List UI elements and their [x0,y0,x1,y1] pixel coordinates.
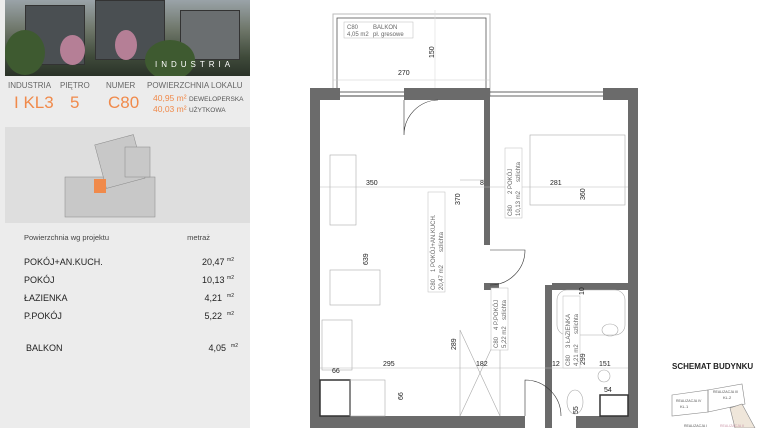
walls [310,88,638,428]
svg-text:4 P.POKÓJ: 4 P.POKÓJ [493,300,500,330]
svg-text:350: 350 [366,180,378,187]
floor-plan: C80 BALKON 4,05 m2 pł. gresowe 270 150 3… [310,10,756,428]
svg-text:281: 281 [550,180,562,187]
svg-text:REALIZACJA II: REALIZACJA II [720,424,744,428]
svg-text:5,22 m2: 5,22 m2 [502,326,508,348]
svg-text:150: 150 [429,46,436,58]
svg-text:3 ŁAZIENKA: 3 ŁAZIENKA [566,314,572,348]
svg-text:66: 66 [332,368,340,375]
svg-text:12: 12 [552,361,560,368]
svg-text:55: 55 [573,406,580,414]
svg-text:C80: C80 [494,336,500,348]
svg-text:10: 10 [579,287,586,295]
svg-text:szlichta: szlichta [439,231,445,252]
svg-text:295: 295 [383,361,395,368]
schema-title: SCHEMAT BUDYNKU [672,362,754,371]
svg-text:C80: C80 [431,278,437,290]
room-label-living: C80 1 POKÓJ+AN.KUCH. 20,47 m2 szlichta [427,191,446,293]
svg-text:289: 289 [451,338,458,350]
svg-text:C80: C80 [347,25,359,31]
svg-text:2 POKÓJ: 2 POKÓJ [507,169,514,194]
svg-text:20,47 m2: 20,47 m2 [439,264,445,290]
svg-text:BALKON: BALKON [373,25,397,31]
svg-text:639: 639 [363,253,370,265]
svg-text:10,13 m2: 10,13 m2 [516,190,522,216]
svg-text:8: 8 [480,180,484,187]
svg-text:REALIZACJA IV: REALIZACJA IV [676,399,702,403]
svg-text:66: 66 [398,392,405,400]
svg-text:151: 151 [599,361,611,368]
svg-text:REALIZACJA I: REALIZACJA I [684,424,707,428]
room-label-hall: C80 4 P.POKÓJ 5,22 m2 szlichta [490,287,509,351]
svg-text:370: 370 [455,193,462,205]
furniture [321,134,626,417]
room-label-bathroom: C80 3 ŁAZIENKA 4,21 m2 szlichta [562,295,581,369]
svg-text:C80: C80 [508,204,514,216]
svg-text:KL.1: KL.1 [680,404,689,409]
svg-text:szlichta: szlichta [516,161,522,182]
svg-text:4,21 m2: 4,21 m2 [574,344,580,366]
room-label-room2: C80 2 POKÓJ 10,13 m2 szlichta [504,147,523,219]
svg-text:54: 54 [604,387,612,394]
svg-text:C80: C80 [566,354,572,366]
svg-text:1 POKÓJ+AN.KUCH.: 1 POKÓJ+AN.KUCH. [430,214,437,272]
svg-text:szlichta: szlichta [574,313,580,334]
svg-text:pł. gresowe: pł. gresowe [373,32,404,38]
svg-text:270: 270 [398,70,410,77]
svg-text:KL.2: KL.2 [723,395,732,400]
svg-text:szlichta: szlichta [502,299,508,320]
svg-text:4,05 m2: 4,05 m2 [347,32,369,38]
svg-text:REALIZACJA III: REALIZACJA III [713,390,738,394]
svg-text:182: 182 [476,361,488,368]
svg-text:360: 360 [580,188,587,200]
svg-text:299: 299 [580,353,587,365]
